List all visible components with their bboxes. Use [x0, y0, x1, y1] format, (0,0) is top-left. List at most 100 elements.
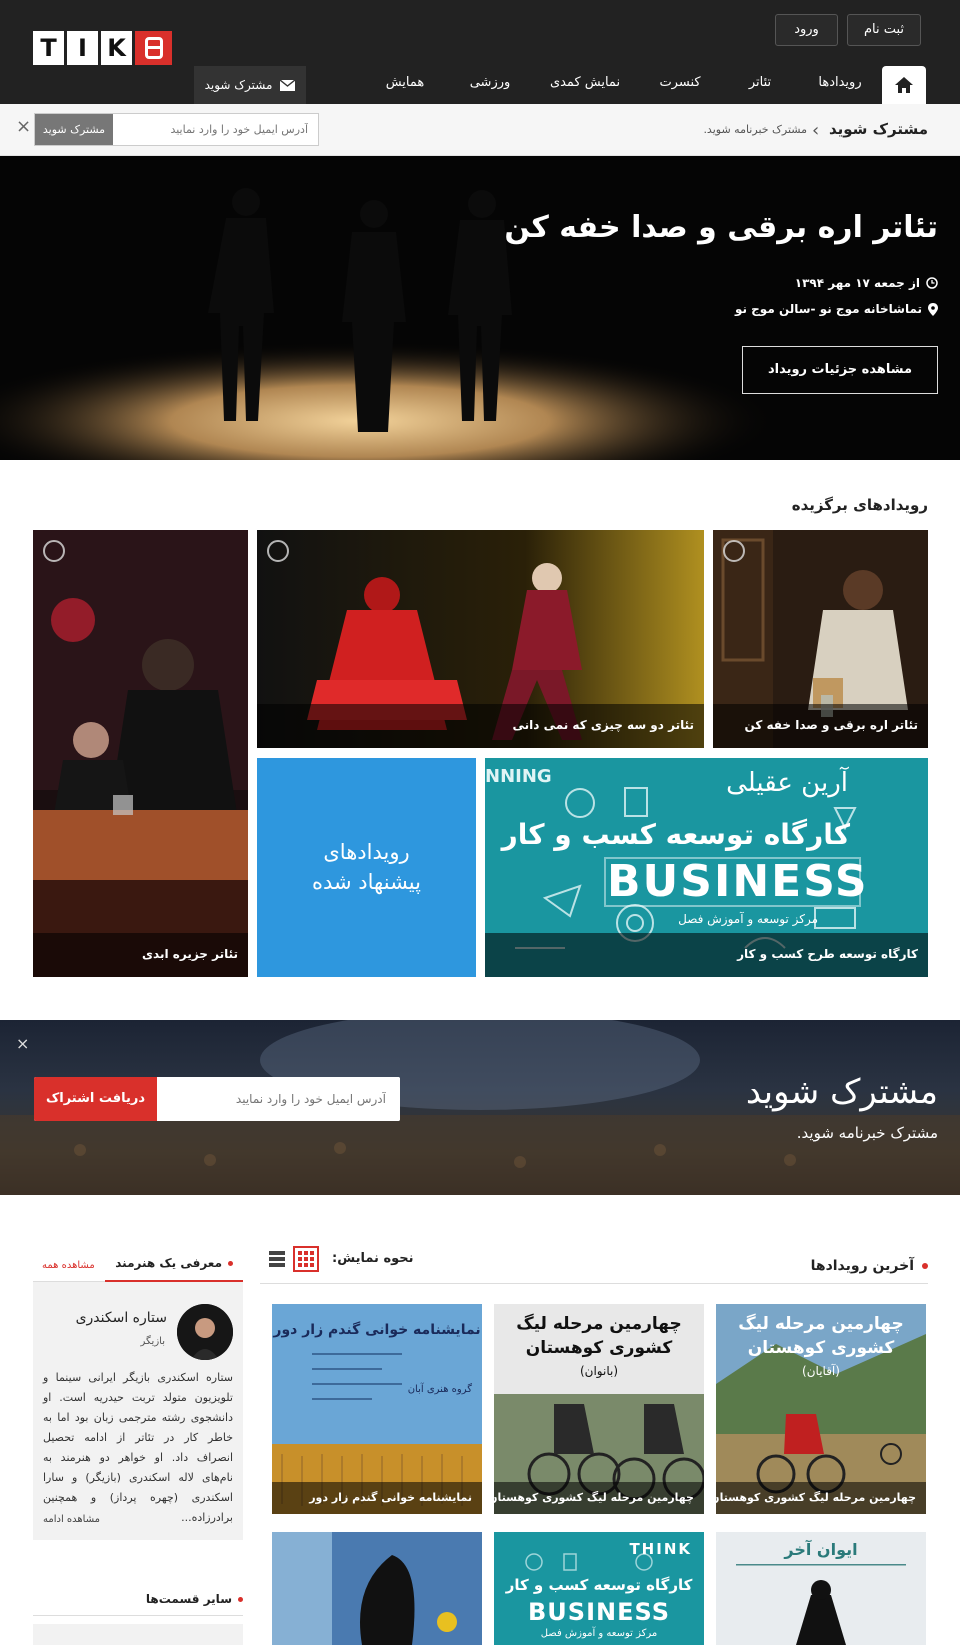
- theater-mask-icon: [723, 540, 745, 562]
- latest-header: آخرین رویدادها نحوه نمایش:: [260, 1246, 928, 1284]
- event-card-poster-title: چهارمین مرحله لیگ کشوری کوهستان: [738, 1314, 904, 1358]
- view-mode-label: نحوه نمایش:: [332, 1251, 414, 1266]
- event-card[interactable]: نمایشنامه خوانی گندم زار دور گروه هنری آ…: [272, 1304, 482, 1514]
- event-card-poster-sub: (آقایان): [802, 1364, 840, 1378]
- other-sections-title-text: سایر قسمت‌ها: [145, 1592, 232, 1606]
- close-icon[interactable]: ×: [16, 1034, 29, 1053]
- event-card-caption: چهارمین مرحله لیگ کشوری کوهستان-بانوان: [494, 1482, 704, 1514]
- newsletter-subtitle: مشترک خبرنامه شوید.: [796, 1124, 938, 1142]
- event-card-image: [272, 1532, 482, 1645]
- bullet-dot-icon: [922, 1263, 928, 1269]
- grid-view-button[interactable]: [293, 1246, 319, 1272]
- chevron-left-icon: ‹: [812, 120, 820, 141]
- top-header: T I K ثبت نام ورود رویدادها تئاتر کنسرت …: [0, 0, 960, 104]
- theater-mask-icon: [43, 540, 65, 562]
- event-card-caption: نمایشنامه خوانی گندم زار دور: [272, 1482, 482, 1514]
- artist-widget-tab-label: معرفی یک هنرمند: [115, 1256, 222, 1270]
- event-card-center: مرکز توسعه و آموزش فصل: [540, 1628, 658, 1639]
- nav-item-theater[interactable]: تئاتر: [720, 62, 800, 104]
- featured-tile-caption: کارگاه توسعه طرح کسب و کار: [485, 933, 928, 977]
- logo-letter-i: I: [67, 31, 98, 65]
- artist-avatar-image: [177, 1304, 233, 1360]
- featured-tile-chainsaw[interactable]: تئاتر اره برقی و صدا خفه کن: [713, 530, 928, 748]
- event-card-business-word: BUSINESS: [528, 1598, 670, 1626]
- hero-venue-text: تماشاخانه موج نو -سالن موج نو: [734, 302, 922, 316]
- artist-role: بازیگر: [140, 1336, 165, 1347]
- artist-name: ستاره اسکندری: [75, 1310, 167, 1326]
- newsletter-submit-button[interactable]: دریافت اشتراک: [34, 1077, 157, 1121]
- artist-avatar: [177, 1304, 233, 1360]
- close-icon[interactable]: ×: [16, 116, 31, 137]
- newsletter-email-input[interactable]: [157, 1077, 400, 1121]
- suggested-events-block[interactable]: رویدادهای پیشنهاد شده: [257, 758, 476, 977]
- mail-icon: [280, 79, 296, 91]
- suggested-events-line1: رویدادهای: [323, 840, 410, 864]
- event-card-think: THINK: [629, 1540, 692, 1558]
- bullet-dot-icon: [238, 1596, 243, 1602]
- newsletter-title: مشترک شوید: [745, 1072, 938, 1112]
- clock-icon: [926, 277, 938, 289]
- hero-date: از جمعه ۱۷ مهر ۱۳۹۴: [795, 276, 938, 290]
- subscribe-bar-subtitle: مشترک خبرنامه شوید.: [703, 123, 807, 136]
- featured-tile-caption: تئاتر اره برقی و صدا خفه کن: [713, 704, 928, 748]
- home-button[interactable]: [882, 66, 926, 104]
- theater-mask-icon: [267, 540, 289, 562]
- business-poster-name: آرین عقیلی: [726, 768, 848, 798]
- bullet-dot-icon: [228, 1260, 233, 1266]
- event-card-poster-sub: (بانوان): [579, 1364, 619, 1378]
- other-sections-header: سایر قسمت‌ها: [33, 1588, 243, 1616]
- main-nav: رویدادها تئاتر کنسرت نمایش کمدی ورزشی هم…: [340, 62, 880, 104]
- nav-item-sports[interactable]: ورزشی: [450, 62, 530, 104]
- featured-tile-caption: تئاتر دو سه چیزی که نمی دانی: [257, 704, 704, 748]
- event-card[interactable]: چهارمین مرحله لیگ کشوری کوهستان (آقایان)…: [716, 1304, 926, 1514]
- business-poster-word: BUSINESS: [607, 856, 869, 907]
- login-button[interactable]: ورود: [775, 14, 838, 46]
- newsletter-banner: × دریافت اشتراک مشترک شوید مشترک خبرنامه…: [0, 1020, 960, 1195]
- register-button[interactable]: ثبت نام: [847, 14, 921, 46]
- hero-details-button[interactable]: مشاهده جزئیات رویداد: [742, 346, 938, 394]
- event-card[interactable]: ایوان آخر: [716, 1532, 926, 1645]
- subscribe-bar-button[interactable]: مشترک شوید: [35, 114, 113, 145]
- event-card[interactable]: چهارمین مرحله لیگ کشوری کوهستان (بانوان)…: [494, 1304, 704, 1514]
- subscribe-bar-email-input[interactable]: [113, 114, 318, 145]
- business-poster-center: مرکز توسعه و آموزش فصل: [678, 912, 818, 926]
- hero-title: تئاتر اره برقی و صدا خفه کن: [504, 210, 938, 245]
- nav-item-concert[interactable]: کنسرت: [640, 62, 720, 104]
- artist-view-all-link[interactable]: مشاهده همه: [42, 1260, 95, 1271]
- location-pin-icon: [928, 302, 938, 316]
- logo-letter-t: T: [33, 31, 64, 65]
- nav-item-conference[interactable]: همایش: [360, 62, 450, 104]
- artist-read-more-link[interactable]: مشاهده ادامه: [43, 1514, 100, 1525]
- featured-title: رویدادهای برگزیده: [791, 496, 928, 514]
- tik8-logo[interactable]: T I K: [33, 31, 172, 65]
- subscribe-bar-form: مشترک شوید: [34, 113, 319, 146]
- nav-item-comedy[interactable]: نمایش کمدی: [530, 62, 640, 104]
- newsletter-form: دریافت اشتراک: [34, 1077, 400, 1121]
- event-card[interactable]: THINK کارگاه توسعه کسب و کار BUSINESS مر…: [494, 1532, 704, 1645]
- artist-widget-tab[interactable]: معرفی یک هنرمند: [105, 1246, 243, 1282]
- event-card-caption: چهارمین مرحله لیگ کشوری کوهستان-آقایان: [716, 1482, 926, 1514]
- list-view-button[interactable]: [266, 1248, 288, 1270]
- event-card-poster-title: ایوان آخر: [784, 1540, 858, 1559]
- featured-tile-two-three[interactable]: تئاتر دو سه چیزی که نمی دانی: [257, 530, 704, 748]
- logo-eight-mark: [135, 31, 172, 65]
- suggested-events-line2: پیشنهاد شده: [312, 870, 421, 894]
- latest-title: آخرین رویدادها: [811, 1258, 928, 1274]
- featured-tile-business-workshop[interactable]: NNING آرین عقیلی کارگاه توسعه کسب و کار …: [485, 758, 928, 977]
- logo-letter-k: K: [101, 31, 132, 65]
- business-poster-corner-text: NNING: [485, 766, 552, 787]
- featured-tile-eternal-island[interactable]: تئاتر جزیره ابدی: [33, 530, 248, 977]
- featured-tile-caption: تئاتر جزیره ابدی: [33, 933, 248, 977]
- hero-venue: تماشاخانه موج نو -سالن موج نو: [735, 302, 938, 316]
- featured-tile-image: [33, 530, 248, 977]
- home-icon: [895, 77, 913, 93]
- event-card[interactable]: [272, 1532, 482, 1645]
- nav-item-events[interactable]: رویدادها: [800, 62, 880, 104]
- event-card-workshop: کارگاه توسعه کسب و کار: [505, 1576, 693, 1594]
- artist-widget-header: معرفی یک هنرمند مشاهده همه: [33, 1246, 243, 1282]
- subscribe-tab[interactable]: مشترک شوید: [194, 66, 306, 104]
- subscribe-bar: مشترک شوید ‹ مشترک خبرنامه شوید. مشترک ش…: [0, 104, 960, 156]
- other-sections-title: سایر قسمت‌ها: [146, 1592, 243, 1606]
- subscribe-bar-title: مشترک شوید: [828, 120, 928, 138]
- hero-date-text: از جمعه ۱۷ مهر ۱۳۹۴: [794, 276, 920, 290]
